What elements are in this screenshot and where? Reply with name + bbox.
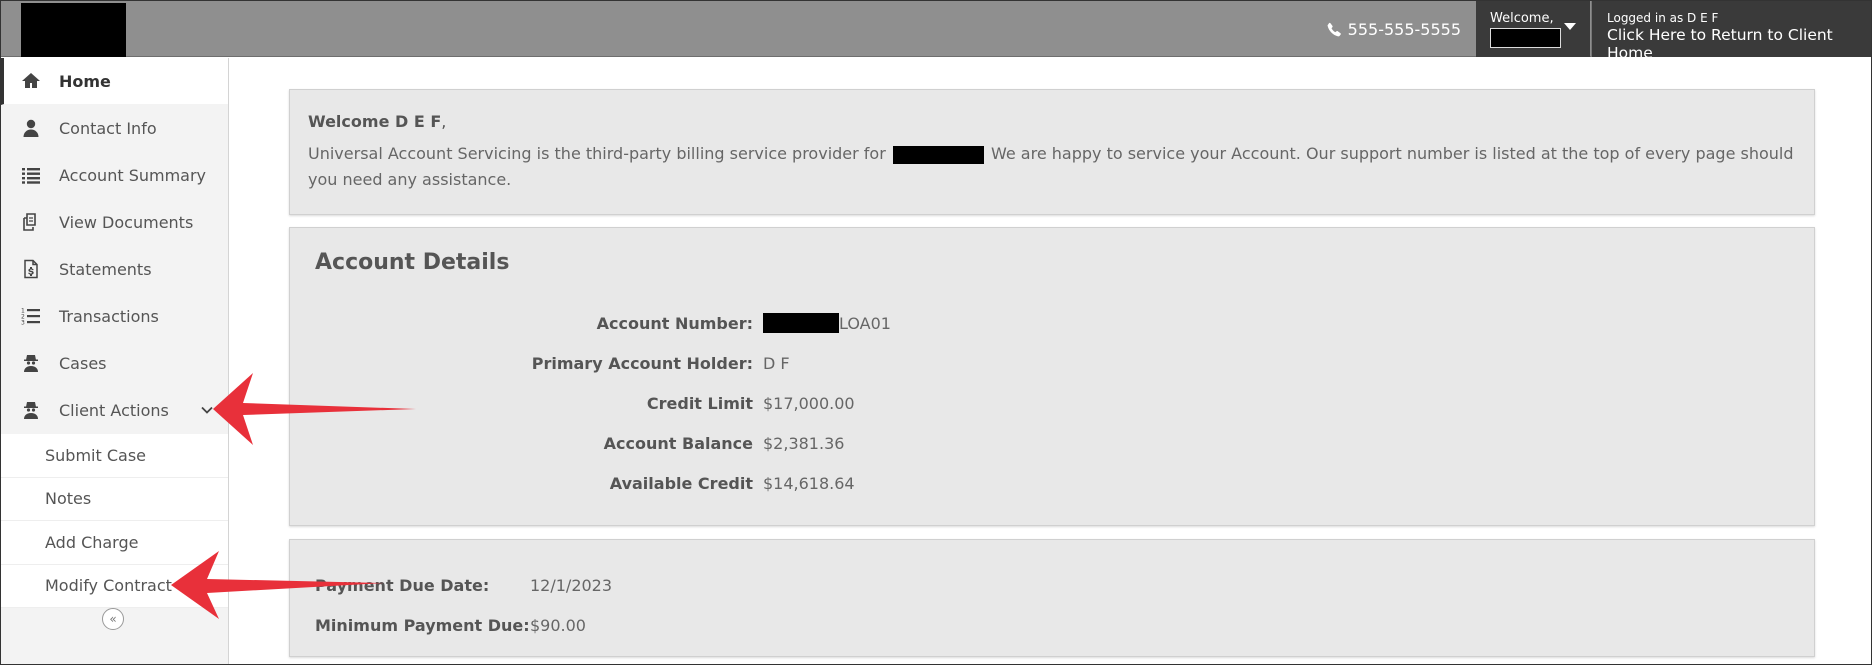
holder-value: D F xyxy=(763,353,790,373)
return-link-text[interactable]: Click Here to Return to Client Home xyxy=(1607,26,1871,62)
balance-label: Account Balance xyxy=(603,433,753,453)
client-actions-submenu: Submit Case Notes Add Charge Modify Cont… xyxy=(1,434,228,608)
payment-panel: Payment Due Date: 12/1/2023 Minimum Paym… xyxy=(289,539,1815,657)
submenu-item-notes[interactable]: Notes xyxy=(1,478,228,521)
available-credit-value: $14,618.64 xyxy=(763,473,855,493)
ordered-list-icon: 123 xyxy=(19,305,43,327)
collapse-sidebar-button[interactable]: « xyxy=(102,608,124,630)
welcome-greeting: Welcome D E F xyxy=(308,112,442,131)
holder-label: Primary Account Holder: xyxy=(531,353,753,373)
sidebar-item-label: Contact Info xyxy=(59,118,157,138)
support-phone: 555-555-5555 xyxy=(1327,17,1461,41)
sidebar-item-label: Client Actions xyxy=(59,400,169,420)
submenu-item-add-charge[interactable]: Add Charge xyxy=(1,521,228,565)
sidebar-item-client-actions[interactable]: Client Actions xyxy=(1,387,228,434)
account-number-label: Account Number: xyxy=(596,313,753,333)
credit-limit-value: $17,000.00 xyxy=(763,393,855,413)
available-credit-label: Available Credit xyxy=(609,473,753,493)
documents-icon xyxy=(19,211,43,233)
logo-redacted xyxy=(21,3,126,57)
home-icon xyxy=(19,70,43,92)
phone-icon xyxy=(1327,22,1341,36)
sidebar-item-cases[interactable]: Cases xyxy=(1,340,228,387)
submenu-item-submit-case[interactable]: Submit Case xyxy=(1,434,228,478)
available-credit-row: Available Credit $14,618.64 xyxy=(315,463,1789,503)
top-bar: 555-555-5555 Welcome, Logged in as D E F… xyxy=(1,1,1871,62)
user-icon xyxy=(19,117,43,139)
submenu-item-modify-contract[interactable]: Modify Contract xyxy=(1,565,228,608)
account-number-value: LOA01 xyxy=(763,313,891,333)
welcome-comma: , xyxy=(441,112,447,131)
agent-icon xyxy=(19,352,43,374)
sidebar-item-label: Account Summary xyxy=(59,165,207,185)
username-redacted xyxy=(1490,28,1561,48)
account-number-redacted xyxy=(763,313,839,333)
payment-due-date-value: 12/1/2023 xyxy=(530,575,613,595)
sidebar-item-account-summary[interactable]: Account Summary xyxy=(1,152,228,199)
sidebar-item-label: Cases xyxy=(59,353,107,373)
sidebar-item-label: Home xyxy=(59,71,111,91)
welcome-heading: Welcome D E F, xyxy=(308,112,1796,131)
sidebar-item-label: View Documents xyxy=(59,212,194,232)
welcome-message-part1: Universal Account Servicing is the third… xyxy=(308,144,886,163)
svg-text:3: 3 xyxy=(21,320,25,327)
client-name-redacted xyxy=(892,145,984,164)
sidebar-item-label: Statements xyxy=(59,259,152,279)
account-number-suffix: LOA01 xyxy=(839,313,891,333)
sidebar-item-label: Transactions xyxy=(59,306,159,326)
sidebar-item-contact-info[interactable]: Contact Info xyxy=(1,105,228,152)
payment-due-date-row: Payment Due Date: 12/1/2023 xyxy=(315,565,1789,605)
minimum-payment-label: Minimum Payment Due: xyxy=(315,615,530,635)
sidebar-item-home[interactable]: Home xyxy=(1,58,228,105)
agent-icon xyxy=(19,399,43,421)
sidebar-item-transactions[interactable]: 123 Transactions xyxy=(1,293,228,340)
holder-row: Primary Account Holder: D F xyxy=(315,343,1789,383)
payment-due-date-label: Payment Due Date: xyxy=(315,575,490,595)
chevron-down-icon[interactable] xyxy=(200,403,214,417)
account-number-row: Account Number: LOA01 xyxy=(315,303,1789,343)
sidebar-item-statements[interactable]: Statements xyxy=(1,246,228,293)
sidebar: Home Contact Info Account Summary View D… xyxy=(1,58,229,664)
account-details-title: Account Details xyxy=(315,250,510,275)
phone-number: 555-555-5555 xyxy=(1347,19,1461,39)
account-details-panel: Account Details Account Number: LOA01 Pr… xyxy=(289,227,1815,526)
return-to-client-home-link[interactable]: Logged in as D E F Click Here to Return … xyxy=(1591,1,1871,62)
welcome-panel: Welcome D E F, Universal Account Servici… xyxy=(289,89,1815,215)
minimum-payment-value: $90.00 xyxy=(530,615,586,635)
list-icon xyxy=(19,164,43,186)
minimum-payment-row: Minimum Payment Due: $90.00 xyxy=(315,605,1789,645)
logged-in-as: Logged in as D E F xyxy=(1607,11,1719,25)
credit-limit-label: Credit Limit xyxy=(646,393,753,413)
statement-icon xyxy=(19,258,43,280)
welcome-message: Universal Account Servicing is the third… xyxy=(308,141,1796,193)
double-chevron-left-icon: « xyxy=(109,612,117,626)
user-menu[interactable]: Welcome, xyxy=(1476,1,1590,57)
credit-limit-row: Credit Limit $17,000.00 xyxy=(315,383,1789,423)
caret-down-icon[interactable] xyxy=(1564,23,1576,30)
sidebar-item-view-documents[interactable]: View Documents xyxy=(1,199,228,246)
balance-row: Account Balance $2,381.36 xyxy=(315,423,1789,463)
balance-value: $2,381.36 xyxy=(763,433,845,453)
